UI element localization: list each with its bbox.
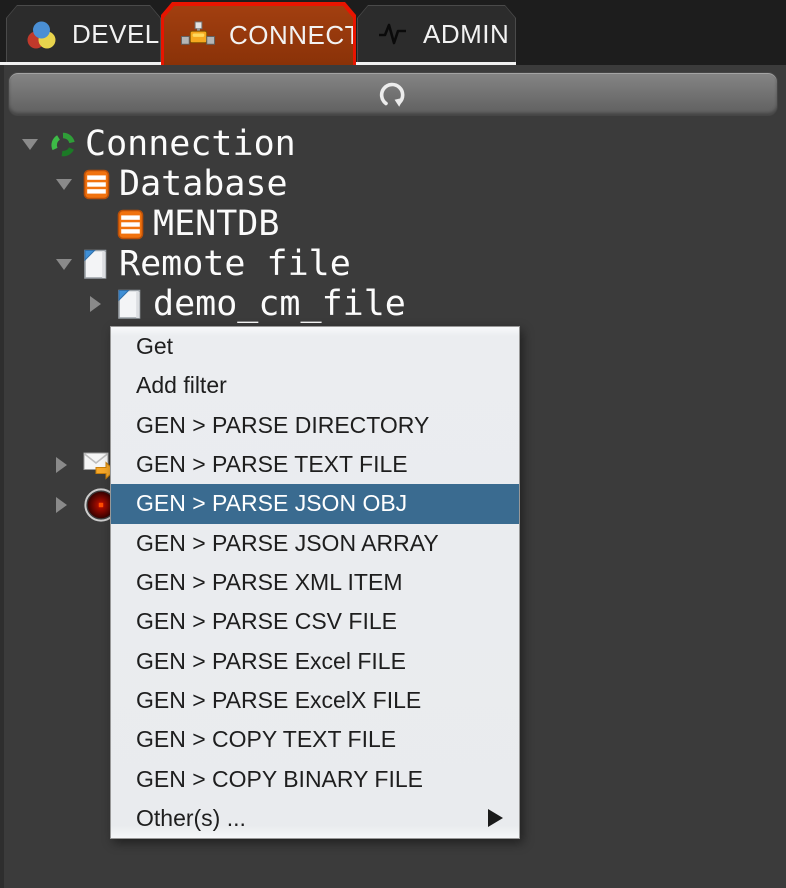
tree-item-remote-file[interactable]: Remote file [4, 244, 786, 284]
menu-item-gen-parse-excel-file[interactable]: GEN > PARSE Excel FILE [111, 642, 519, 681]
menu-item-gen-copy-binary-file[interactable]: GEN > COPY BINARY FILE [111, 759, 519, 798]
context-menu: Get Add filter GEN > PARSE DIRECTORY GEN… [110, 326, 520, 839]
menu-item-label: GEN > PARSE DIRECTORY [136, 412, 429, 439]
menu-item-gen-copy-text-file[interactable]: GEN > COPY TEXT FILE [111, 720, 519, 759]
database-icon [83, 169, 119, 200]
menu-item-label: Add filter [136, 372, 227, 399]
tree-item-label: Remote file [119, 244, 351, 284]
menu-item-get[interactable]: Get [111, 327, 519, 366]
tab-bar-tabs: DEVEL CONNECT ADMIN [0, 0, 786, 65]
expand-toggle[interactable] [22, 139, 49, 150]
menu-item-label: Other(s) ... [136, 805, 246, 832]
tree-item-label: Database [119, 164, 288, 204]
file-icon [83, 249, 119, 280]
expand-toggle[interactable] [90, 296, 117, 312]
tree-item-label: MENTDB [153, 204, 279, 244]
tab-bar: DEVEL CONNECT ADMIN [0, 0, 786, 65]
menu-item-label: GEN > COPY BINARY FILE [136, 766, 423, 793]
network-icon [180, 19, 216, 53]
palette-icon [23, 17, 59, 51]
menu-item-other-s[interactable]: Other(s) ... [111, 799, 519, 838]
menu-item-label: GEN > PARSE ExcelX FILE [136, 687, 421, 714]
tree-item-mentdb[interactable]: MENTDB [4, 204, 786, 244]
tab-label: DEVEL [72, 19, 160, 50]
menu-item-gen-parse-excelx-file[interactable]: GEN > PARSE ExcelX FILE [111, 681, 519, 720]
expand-toggle[interactable] [56, 179, 83, 190]
expand-toggle[interactable] [56, 497, 83, 513]
tab-admin[interactable]: ADMIN [357, 5, 516, 62]
refresh-icon [375, 77, 411, 111]
tab-devel[interactable]: DEVEL [6, 5, 161, 62]
tab-connect[interactable]: CONNECT [161, 2, 356, 65]
menu-item-gen-parse-text-file[interactable]: GEN > PARSE TEXT FILE [111, 445, 519, 484]
menu-item-gen-parse-directory[interactable]: GEN > PARSE DIRECTORY [111, 406, 519, 445]
tab-label: CONNECT [229, 20, 361, 51]
menu-item-label: GEN > PARSE JSON ARRAY [136, 530, 439, 557]
app-window: DEVEL CONNECT ADMIN Connection Database [0, 0, 786, 888]
refresh-button[interactable] [8, 72, 778, 116]
expand-toggle[interactable] [56, 457, 83, 473]
menu-item-gen-parse-xml-item[interactable]: GEN > PARSE XML ITEM [111, 563, 519, 602]
pulse-icon [374, 17, 410, 51]
menu-item-label: GEN > PARSE JSON OBJ [136, 490, 407, 517]
tree-item-label: Connection [85, 124, 296, 164]
menu-item-label: GEN > COPY TEXT FILE [136, 726, 396, 753]
sync-icon [49, 130, 85, 159]
menu-item-gen-parse-json-obj[interactable]: GEN > PARSE JSON OBJ [111, 484, 519, 523]
menu-item-gen-parse-csv-file[interactable]: GEN > PARSE CSV FILE [111, 602, 519, 641]
menu-item-label: GEN > PARSE XML ITEM [136, 569, 402, 596]
menu-item-label: GEN > PARSE TEXT FILE [136, 451, 408, 478]
menu-item-add-filter[interactable]: Add filter [111, 366, 519, 405]
expand-toggle[interactable] [56, 259, 83, 270]
tree-item-label: demo_cm_file [153, 284, 406, 324]
menu-item-label: Get [136, 333, 173, 360]
tree-item-database[interactable]: Database [4, 164, 786, 204]
tree-item-demo-cm-file[interactable]: demo_cm_file [4, 284, 786, 324]
menu-item-label: GEN > PARSE CSV FILE [136, 608, 397, 635]
tree-item-connection[interactable]: Connection [4, 124, 786, 164]
tab-label: ADMIN [423, 19, 509, 50]
file-icon [117, 289, 153, 320]
menu-item-label: GEN > PARSE Excel FILE [136, 648, 406, 675]
database-icon [117, 209, 153, 240]
submenu-arrow-icon [488, 809, 503, 827]
menu-item-gen-parse-json-array[interactable]: GEN > PARSE JSON ARRAY [111, 524, 519, 563]
